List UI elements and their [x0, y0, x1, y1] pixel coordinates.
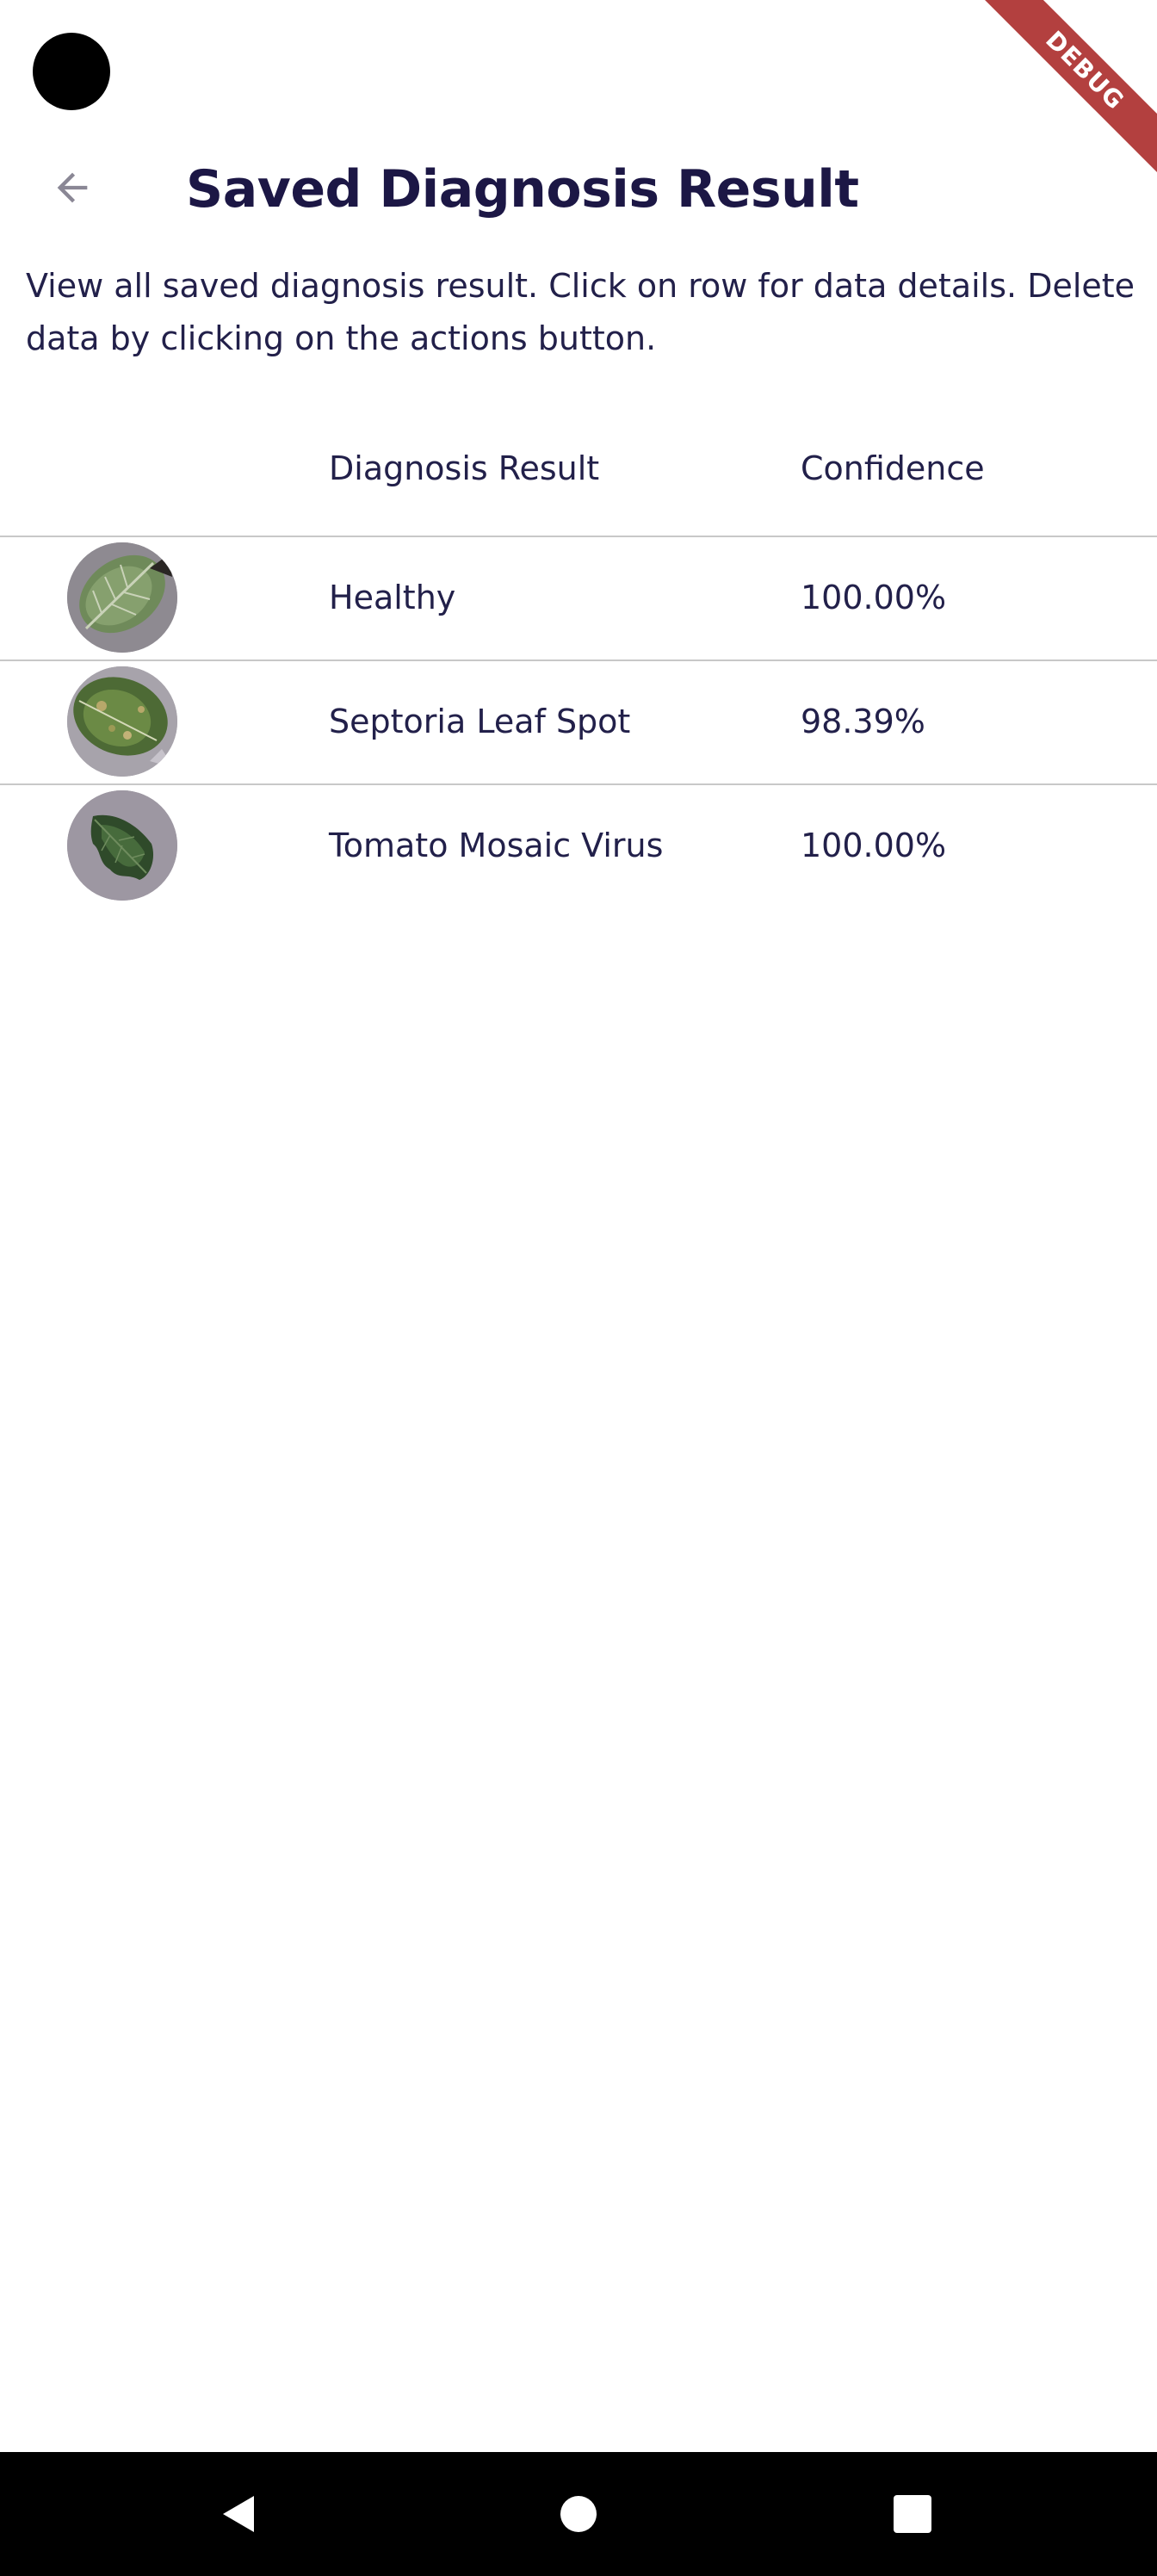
app-bar: Saved Diagnosis Result [0, 146, 1157, 236]
camera-cutout [33, 33, 110, 110]
nav-recents-button[interactable] [876, 2478, 949, 2550]
nav-back-button[interactable] [203, 2478, 275, 2550]
diagnosis-table: Diagnosis Result Confidence Healthy 100.… [0, 422, 1157, 907]
diagnosis-result: Healthy [329, 579, 456, 616]
nav-home-button[interactable] [542, 2478, 615, 2550]
table-row[interactable]: Healthy 100.00% [0, 537, 1157, 661]
table-header: Diagnosis Result Confidence [0, 422, 1157, 537]
leaf-thumbnail [67, 666, 177, 777]
diagnosis-result: Tomato Mosaic Virus [329, 827, 664, 864]
confidence-value: 98.39% [801, 703, 925, 740]
nav-back-icon [223, 2496, 254, 2532]
system-navigation-bar [0, 2452, 1157, 2576]
arrow-left-icon [57, 172, 88, 203]
table-row[interactable]: Tomato Mosaic Virus 100.00% [0, 785, 1157, 907]
confidence-value: 100.00% [801, 827, 947, 864]
back-button[interactable] [38, 153, 107, 222]
nav-recents-icon [894, 2495, 931, 2533]
leaf-thumbnail [67, 790, 177, 901]
nav-home-icon [560, 2496, 597, 2532]
page-description: View all saved diagnosis result. Click o… [26, 267, 1135, 357]
table-row[interactable]: Septoria Leaf Spot 98.39% [0, 661, 1157, 785]
diagnosis-result: Septoria Leaf Spot [329, 703, 631, 740]
confidence-value: 100.00% [801, 579, 947, 616]
column-header-diagnosis-result: Diagnosis Result [329, 449, 600, 487]
leaf-thumbnail [67, 542, 177, 653]
column-header-confidence: Confidence [801, 449, 985, 487]
page-title: Saved Diagnosis Result [186, 159, 859, 220]
